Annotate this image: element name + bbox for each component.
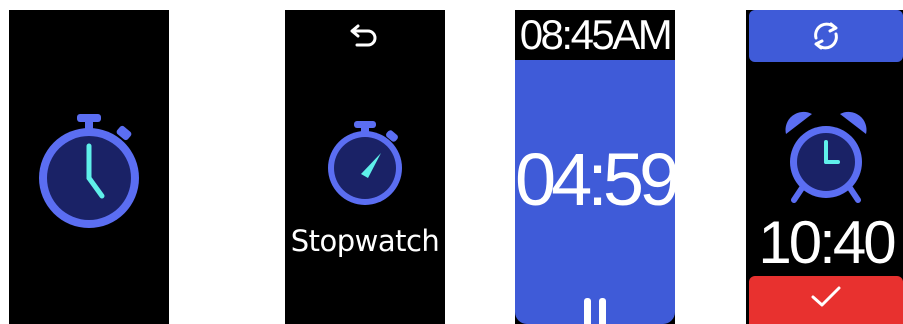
pause-button[interactable]: [577, 290, 613, 324]
watch-screen-alarm: 10:40: [746, 10, 903, 324]
check-icon: [811, 286, 841, 307]
watch-screen-stopwatch-menu: Stopwatch: [285, 10, 445, 324]
watch-screen-timer: 08:45AM 04:59: [515, 10, 675, 324]
confirm-button[interactable]: [749, 276, 903, 324]
alarm-clock-icon: [785, 111, 867, 203]
back-arrow-icon: [350, 24, 377, 47]
repeat-icon: [814, 22, 838, 50]
watch-screen-stopwatch-icon: [9, 10, 169, 324]
back-button[interactable]: [345, 16, 385, 52]
timer-panel: 04:59: [515, 60, 675, 324]
alarm-time: 10:40: [758, 209, 896, 276]
repeat-button[interactable]: [749, 10, 903, 62]
stopwatch-icon[interactable]: [324, 120, 406, 206]
stopwatch-icon[interactable]: [35, 112, 143, 232]
countdown-display: 04:59: [515, 138, 675, 221]
stopwatch-label: Stopwatch: [290, 224, 440, 258]
current-time: 08:45AM: [515, 10, 675, 60]
pause-icon: [584, 298, 591, 324]
